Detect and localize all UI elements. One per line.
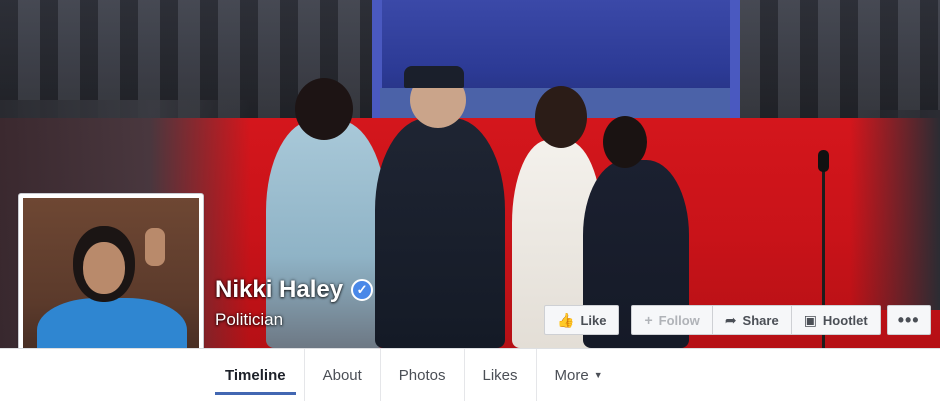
- tab-label: Timeline: [225, 366, 286, 384]
- tab-photos[interactable]: Photos: [381, 349, 465, 401]
- profile-pic-face: [83, 242, 125, 294]
- share-button[interactable]: ➦ Share: [711, 305, 792, 335]
- like-label: Like: [580, 312, 607, 328]
- plus-icon: +: [644, 312, 653, 328]
- follow-label: Follow: [658, 312, 700, 328]
- more-options-button[interactable]: •••: [886, 305, 931, 335]
- cover-crowd-right: [850, 110, 940, 310]
- share-arrow-icon: ➦: [724, 312, 737, 328]
- ellipsis-icon: •••: [897, 309, 920, 330]
- owl-icon: ▣: [803, 312, 817, 328]
- cover-person-soldier: [375, 118, 505, 348]
- tab-label: About: [322, 366, 362, 384]
- tab-about[interactable]: About: [305, 349, 381, 401]
- microphone-icon: [818, 150, 829, 172]
- cover-person-head: [603, 116, 647, 168]
- cover-person-head: [535, 86, 587, 148]
- thumbs-up-icon: 👍: [557, 312, 575, 328]
- page-actions: 👍 Like + Follow ➦ Share ▣ Hootlet •••: [544, 305, 931, 335]
- profile-pic-hand: [145, 228, 165, 266]
- page-tabs-bar: Timeline About Photos Likes More ▼: [0, 348, 940, 401]
- hootlet-button[interactable]: ▣ Hootlet: [790, 305, 881, 335]
- cover-person-cap: [404, 66, 464, 88]
- share-label: Share: [742, 312, 779, 328]
- page-category[interactable]: Politician: [215, 310, 373, 330]
- tab-label: More: [554, 366, 589, 384]
- caret-down-icon: ▼: [593, 370, 603, 380]
- tab-timeline[interactable]: Timeline: [207, 349, 305, 401]
- tab-more[interactable]: More ▼: [537, 349, 621, 401]
- tab-likes[interactable]: Likes: [465, 349, 537, 401]
- page-name-text[interactable]: Nikki Haley: [215, 276, 343, 304]
- like-button[interactable]: 👍 Like: [544, 305, 620, 335]
- tab-label: Photos: [398, 366, 446, 384]
- hootlet-label: Hootlet: [822, 312, 868, 328]
- cover-person-head: [295, 78, 353, 140]
- page-identity: Nikki Haley ✓ Politician: [215, 276, 374, 330]
- tab-label: Likes: [482, 366, 518, 384]
- page-tabs: Timeline About Photos Likes More ▼: [207, 349, 621, 401]
- follow-button[interactable]: + Follow: [631, 305, 713, 335]
- verified-badge-icon[interactable]: ✓: [351, 279, 374, 301]
- page-title[interactable]: Nikki Haley ✓: [215, 276, 374, 304]
